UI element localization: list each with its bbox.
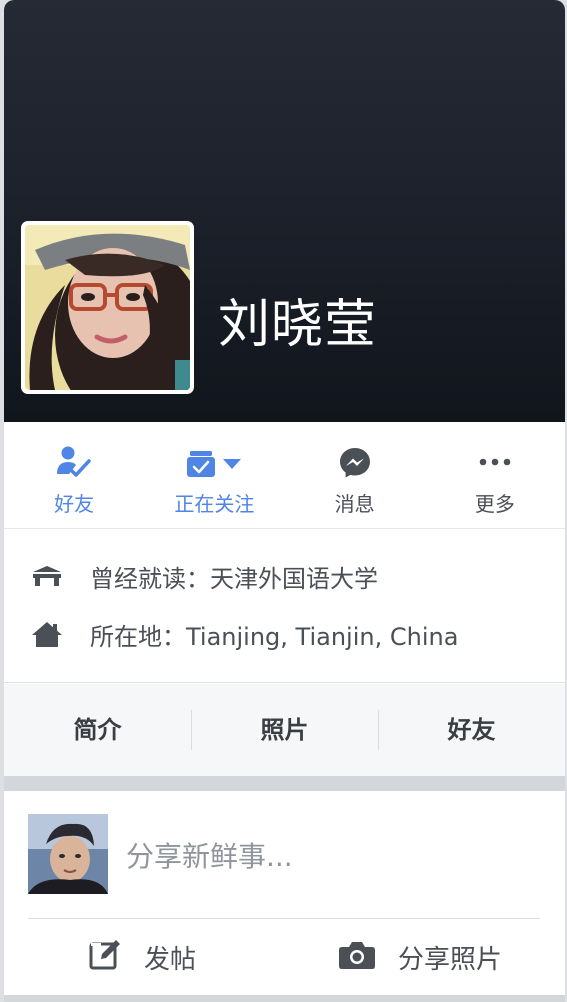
more-button-label: 更多 [474, 492, 515, 516]
feed-divider [4, 995, 565, 1002]
tab-photos[interactable]: 照片 [191, 710, 378, 750]
tab-friends[interactable]: 好友 [378, 710, 565, 750]
profile-name: 刘晓莹 [218, 295, 378, 355]
composer-divider [28, 918, 540, 919]
following-icon [184, 440, 244, 484]
tab-about[interactable]: 简介 [4, 710, 191, 750]
profile-picture[interactable] [21, 221, 194, 394]
friends-check-icon [56, 440, 92, 484]
message-button[interactable]: 消息 [285, 422, 425, 528]
following-button[interactable]: 正在关注 [144, 422, 284, 528]
intro-section: 曾经就读：天津外国语大学 所在地：Tianjing, Tianjin, Chin… [4, 530, 565, 683]
post-button[interactable]: 发帖 [88, 931, 196, 983]
compose-edit-icon [88, 938, 122, 976]
friends-button-label: 好友 [54, 492, 95, 516]
profile-tabs: 简介 照片 好友 [4, 684, 565, 776]
more-dots-icon [478, 440, 512, 484]
education-text: 曾经就读：天津外国语大学 [90, 564, 378, 593]
location-text: 所在地：Tianjing, Tianjin, China [90, 622, 459, 651]
profile-screen: 刘晓莹 好友 正在关注 消息 更多 曾经就读：天津外国语大学 所在地：Tianj… [4, 0, 565, 1002]
current-user-avatar[interactable] [28, 814, 108, 894]
cover-photo[interactable]: 刘晓莹 [4, 0, 565, 422]
profile-action-bar: 好友 正在关注 消息 更多 [4, 422, 565, 529]
school-icon [4, 564, 90, 588]
post-composer: 分享新鲜事... 发帖 分享照片 [4, 791, 565, 995]
education-row[interactable]: 曾经就读：天津外国语大学 [4, 556, 378, 596]
message-button-label: 消息 [334, 492, 375, 516]
share-photo-button[interactable]: 分享照片 [338, 931, 502, 983]
camera-icon [338, 940, 376, 974]
messenger-icon [338, 440, 372, 484]
more-button[interactable]: 更多 [425, 422, 565, 528]
share-photo-label: 分享照片 [398, 944, 503, 975]
location-row[interactable]: 所在地：Tianjing, Tianjin, China [4, 614, 458, 654]
post-button-label: 发帖 [144, 944, 197, 975]
home-icon [4, 620, 90, 648]
friends-button[interactable]: 好友 [4, 422, 144, 528]
section-divider [4, 776, 565, 791]
status-input[interactable]: 分享新鲜事... [126, 835, 293, 875]
profile-picture-image [25, 225, 190, 390]
following-button-label: 正在关注 [174, 492, 255, 516]
